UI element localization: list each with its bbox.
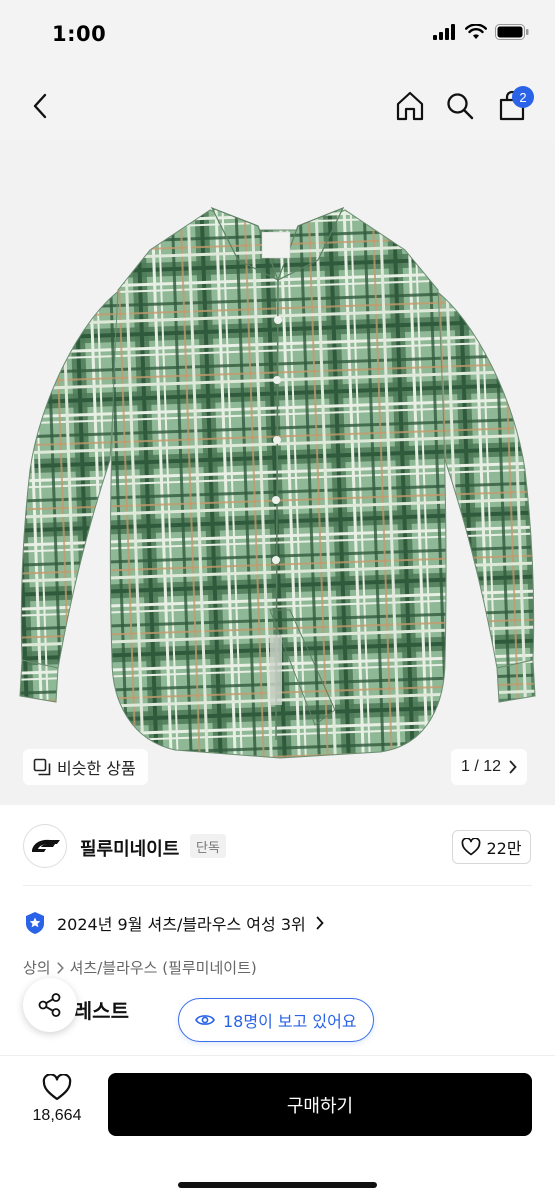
brand-like-button[interactable]: 22만 — [452, 830, 531, 864]
heart-icon — [42, 1074, 72, 1101]
product-image[interactable] — [0, 140, 555, 805]
ranking-text: 2024년 9월 셔츠/블라우스 여성 3위 — [57, 915, 306, 934]
breadcrumb-item[interactable]: 셔츠/블라우스 (필루미네이트) — [70, 957, 257, 978]
search-button[interactable] — [438, 84, 482, 128]
chevron-right-icon — [316, 916, 324, 930]
battery-icon — [495, 24, 529, 40]
exclusive-tag: 단독 — [190, 834, 226, 858]
brand-logo[interactable] — [23, 824, 67, 868]
cart-count-badge: 2 — [512, 86, 534, 108]
wishlist-count: 18,664 — [32, 1107, 82, 1124]
status-time: 1:00 — [52, 22, 107, 46]
image-pager-label: 1 / 12 — [461, 758, 502, 775]
home-button[interactable] — [388, 84, 432, 128]
brand-row: 필루미네이트 단독 22만 — [0, 822, 555, 874]
image-pager[interactable]: 1 / 12 — [451, 749, 528, 785]
bottom-purchase-bar: 18,664 구매하기 — [0, 1055, 555, 1200]
brand-like-count: 22만 — [486, 839, 522, 858]
brand-name[interactable]: 필루미네이트 — [80, 835, 179, 861]
viewers-text: 18명이 보고 있어요 — [223, 1012, 357, 1031]
wifi-icon — [465, 24, 487, 39]
similar-products-button[interactable]: 비슷한 상품 — [23, 749, 148, 785]
search-icon — [447, 93, 474, 120]
share-icon — [38, 993, 61, 1017]
chevron-right-icon — [509, 760, 517, 774]
back-button[interactable] — [18, 84, 62, 128]
ranking-badge-icon — [26, 912, 44, 934]
chevron-left-icon — [33, 93, 47, 119]
cart-button[interactable]: 2 — [490, 84, 534, 128]
heart-icon — [462, 838, 481, 856]
viewers-toast: 18명이 보고 있어요 — [178, 998, 374, 1042]
status-icons — [433, 24, 529, 40]
share-button[interactable] — [23, 978, 77, 1032]
similar-products-label: 비슷한 상품 — [57, 759, 136, 778]
home-icon — [396, 91, 424, 121]
buy-button[interactable]: 구매하기 — [108, 1073, 532, 1136]
copy-icon — [33, 758, 51, 776]
home-indicator — [178, 1182, 377, 1188]
breadcrumb: 상의 셔츠/블라우스 (필루미네이트) — [23, 957, 257, 978]
eye-icon — [195, 1015, 215, 1025]
divider — [23, 885, 532, 886]
chevron-right-icon — [57, 961, 64, 974]
cellular-signal-icon — [433, 24, 455, 40]
nav-bar: 2 — [0, 70, 555, 140]
brand-logo-mark — [32, 839, 60, 852]
ranking-link[interactable]: 2024년 9월 셔츠/블라우스 여성 3위 — [23, 908, 324, 938]
plaid-shirt-illustration — [19, 206, 536, 759]
status-bar: 1:00 — [0, 0, 555, 70]
wishlist-button[interactable]: 18,664 — [23, 1074, 91, 1125]
breadcrumb-item[interactable]: 상의 — [23, 957, 51, 978]
